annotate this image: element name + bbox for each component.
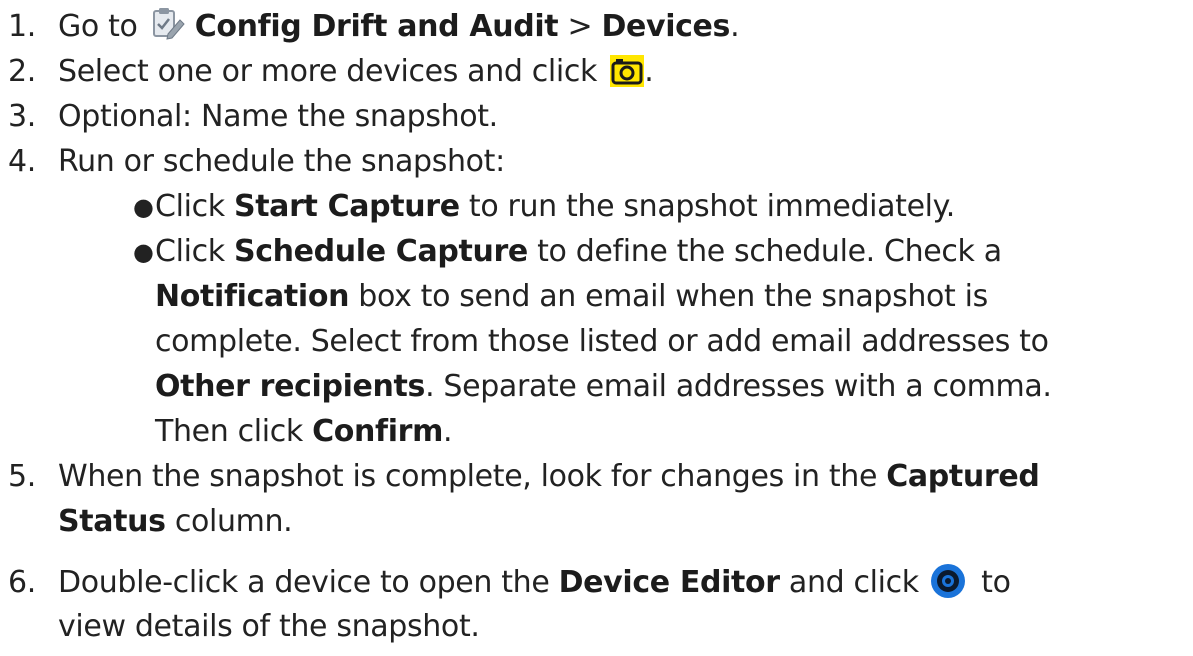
menu-devices: Devices	[601, 9, 731, 44]
captured-status-label: Captured	[886, 459, 1040, 494]
bullet-icon: ●	[133, 193, 154, 221]
notification-label: Notification	[155, 279, 350, 314]
step-text: Go to	[58, 9, 138, 44]
step-number: 4.	[8, 144, 36, 179]
camera-icon	[610, 55, 645, 98]
start-capture-label: Start Capture	[233, 189, 460, 224]
step-number: 6.	[8, 565, 36, 600]
bullet-icon: ●	[133, 238, 154, 266]
step-text: Select one or more devices and click	[58, 54, 598, 89]
instruction-document: 1. Go to Config Drift and Audit > Device…	[8, 8, 1052, 644]
captured-status-label-cont: Status	[58, 504, 166, 539]
menu-config-drift-audit: Config Drift and Audit	[194, 9, 559, 44]
other-recipients-label: Other recipients	[155, 369, 426, 404]
clipboard-edit-icon	[151, 8, 185, 51]
step-text: Optional: Name the snapshot.	[58, 99, 498, 134]
schedule-capture-label: Schedule Capture	[233, 234, 528, 269]
step-text: When the snapshot is complete, look for …	[58, 459, 878, 494]
step-number: 5.	[8, 459, 36, 494]
device-editor-label: Device Editor	[558, 565, 780, 600]
step-number: 3.	[8, 99, 36, 134]
step-number: 2.	[8, 54, 36, 89]
step-text: Run or schedule the snapshot:	[58, 144, 505, 179]
confirm-label: Confirm	[312, 414, 444, 449]
step-text: Double-click a device to open the	[58, 565, 550, 600]
eye-icon	[930, 563, 966, 610]
step-number: 1.	[8, 9, 36, 44]
